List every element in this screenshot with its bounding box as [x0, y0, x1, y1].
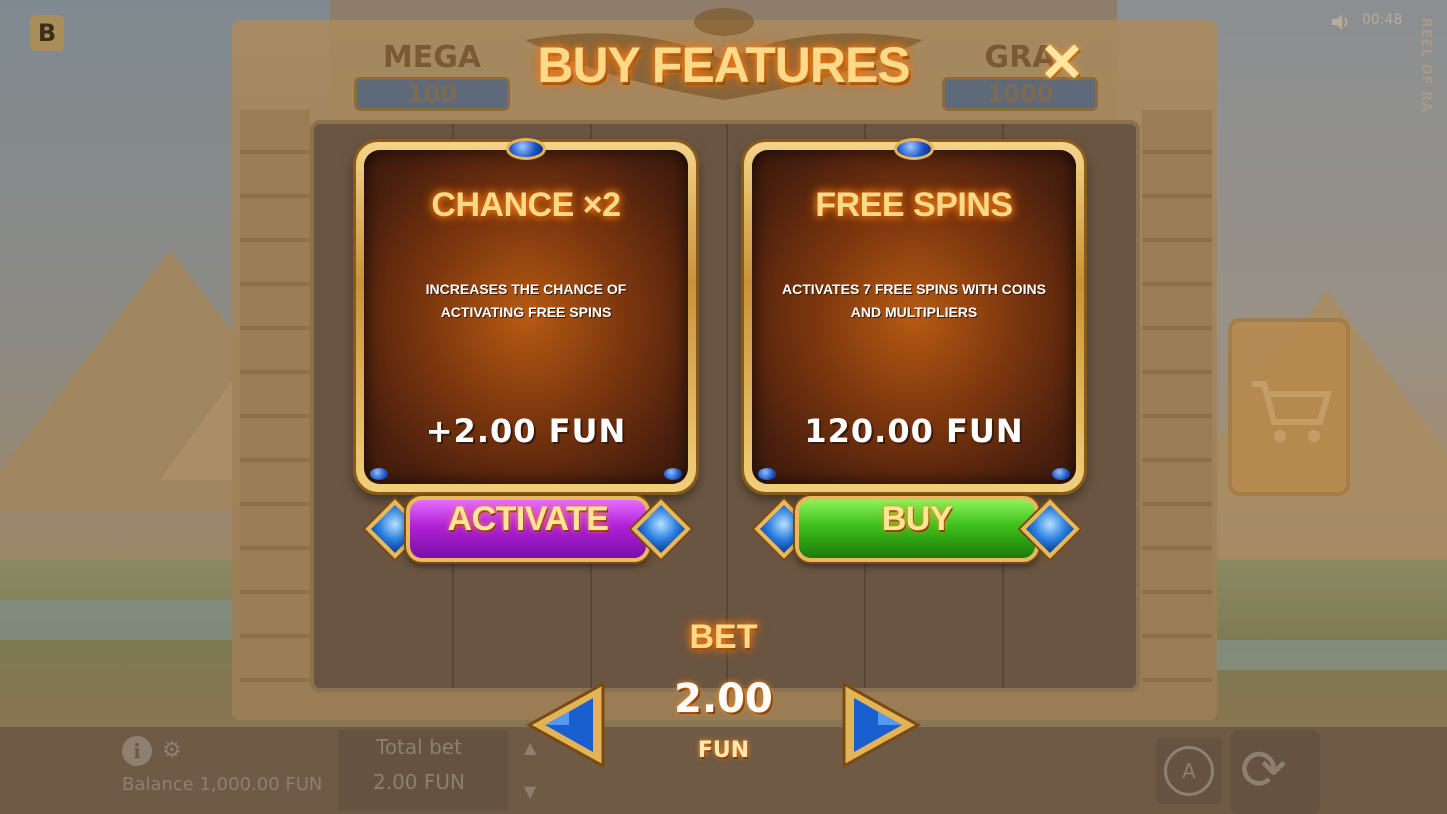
buy-button-label: BUY	[881, 500, 953, 538]
buy-feature-cart-button[interactable]	[1228, 318, 1350, 496]
gem-icon	[894, 138, 934, 160]
cart-icon	[1252, 381, 1332, 442]
feature-card-body: CHANCE ×2 INCREASES THE CHANCE OF ACTIVA…	[364, 138, 688, 484]
balance-text: Balance 1,000.00 FUN	[122, 774, 323, 795]
feature-description: ACTIVATES 7 FREE SPINS WITH COINS AND MU…	[782, 281, 1046, 320]
modal-title: BUY FEATURES	[537, 37, 910, 93]
total-bet-value: 2.00 FUN	[373, 770, 465, 794]
activate-button-frame: ACTIVATE	[365, 492, 691, 566]
gem-icon	[1052, 468, 1070, 480]
feature-title: CHANCE ×2	[431, 186, 621, 224]
bet-increase-arrow-icon[interactable]	[840, 680, 924, 770]
clock: 00:48	[1362, 12, 1403, 28]
close-icon[interactable]: ✕	[1035, 36, 1089, 90]
feature-card-free-spins: FREE SPINS ACTIVATES 7 FREE SPINS WITH C…	[744, 138, 1084, 492]
feature-card-body: FREE SPINS ACTIVATES 7 FREE SPINS WITH C…	[752, 138, 1076, 484]
pillar-left	[240, 110, 310, 700]
feature-price: 120.00 FUN	[804, 412, 1024, 450]
gem-icon	[664, 468, 682, 480]
feature-card-chance: CHANCE ×2 INCREASES THE CHANCE OF ACTIVA…	[356, 138, 696, 492]
bet-down-icon[interactable]: ▼	[524, 782, 536, 801]
pillar-right	[1142, 110, 1212, 700]
volume-icon[interactable]	[1330, 12, 1352, 32]
bet-unit: FUN	[697, 738, 750, 763]
activate-button-label: ACTIVATE	[447, 500, 609, 538]
feature-description: INCREASES THE CHANCE OF ACTIVATING FREE …	[425, 281, 627, 320]
feature-price: +2.00 FUN	[425, 412, 627, 450]
gem-icon	[370, 468, 388, 480]
feature-title: FREE SPINS	[815, 186, 1013, 224]
buy-button[interactable]: BUY	[795, 496, 1039, 562]
gem-icon	[758, 468, 776, 480]
reel-divider	[726, 124, 728, 688]
activate-button[interactable]: ACTIVATE	[406, 496, 650, 562]
buy-button-frame: BUY	[754, 492, 1080, 566]
gem-icon	[506, 138, 546, 160]
bet-label: BET	[689, 618, 758, 656]
bet-value: 2.00	[674, 676, 773, 722]
